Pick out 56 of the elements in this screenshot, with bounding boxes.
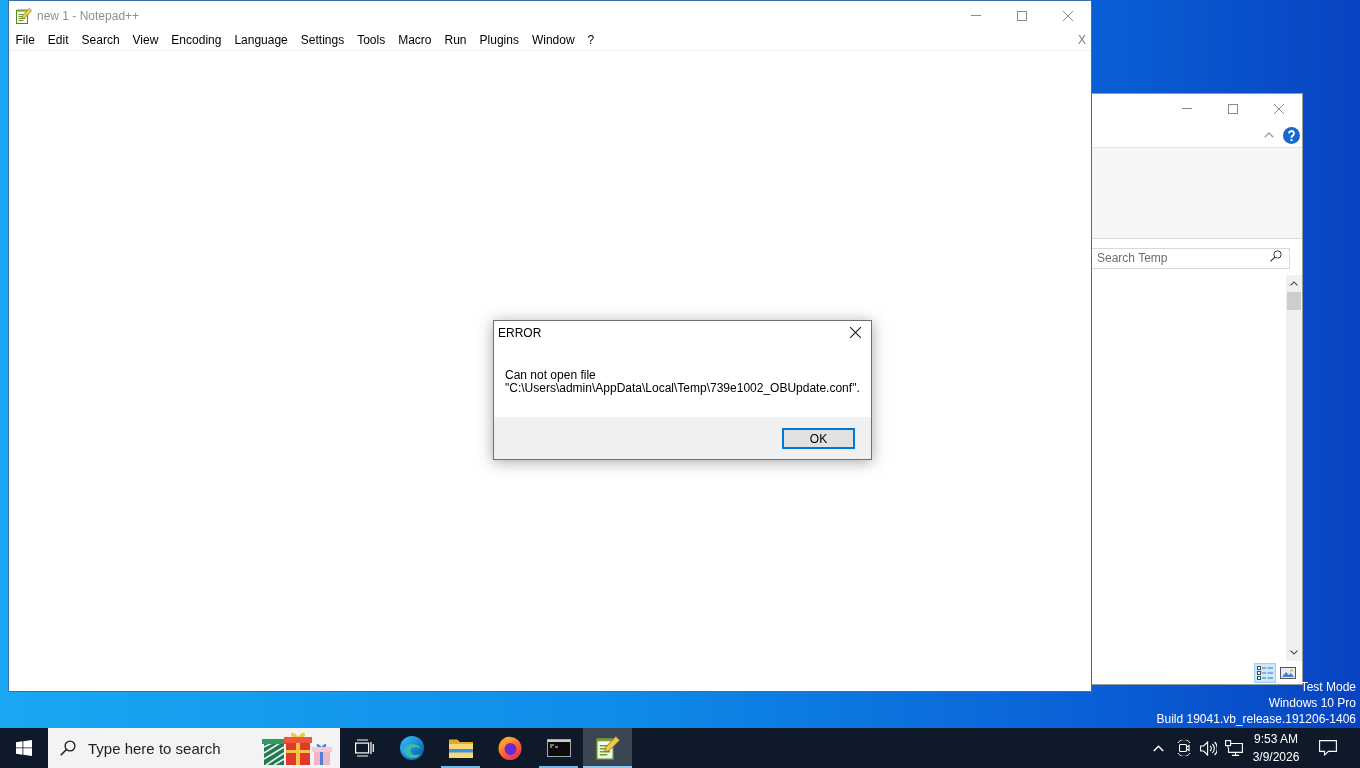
maximize-icon [1228, 103, 1238, 114]
details-view-icon [1257, 665, 1273, 680]
menu-item[interactable]: ? [581, 30, 601, 50]
build-info-text: Test Mode [1300, 679, 1356, 695]
menu-item[interactable]: Window [525, 30, 582, 50]
scroll-down-icon [1290, 650, 1298, 655]
chevron-up-icon [1153, 744, 1164, 752]
wave-logo-icon [399, 736, 424, 760]
details-view-button[interactable] [1254, 662, 1276, 683]
menu-item[interactable]: Macro [391, 30, 438, 50]
menu-item[interactable]: Settings [294, 30, 351, 50]
taskbar-app-button[interactable] [583, 728, 632, 768]
menu-item[interactable]: Edit [41, 30, 76, 50]
menu-item[interactable]: File [9, 30, 42, 50]
monitor-icon [1224, 740, 1243, 756]
dialog-title: ERROR [497, 324, 542, 342]
build-info-text: Build 19041.vb_release.191206-1406 [1156, 711, 1356, 727]
menu-item[interactable]: Plugins [473, 30, 526, 50]
notepad-icon [16, 7, 32, 24]
menu-item[interactable]: View [126, 30, 165, 50]
search-icon [1270, 249, 1282, 262]
close-document-button[interactable]: X [1078, 31, 1086, 49]
minimize-icon [1182, 108, 1192, 109]
search-field[interactable]: Search Temp [1092, 247, 1290, 269]
menu-item[interactable]: Search [75, 30, 127, 50]
close-icon [1063, 10, 1073, 21]
clock-button[interactable]: 9:53 AM 3/9/2026 [1246, 728, 1306, 768]
menu-item[interactable]: Encoding [164, 30, 228, 50]
task-view-icon [353, 739, 374, 757]
menu-item[interactable]: Run [438, 30, 474, 50]
video-camera-icon [1175, 740, 1192, 756]
scroll-up-icon [1290, 281, 1298, 286]
menu-item[interactable]: Tools [350, 30, 392, 50]
error-message: Can not open file "C:\Users\admin\AppData\Local\Temp\739e1002_OBUpdate.conf". [505, 369, 861, 395]
windows-logo-icon [16, 740, 32, 756]
menu-item[interactable]: Language [227, 30, 295, 50]
speaker-icon [1200, 740, 1217, 756]
ok-button[interactable]: OK [782, 427, 855, 449]
build-info-text: Windows 10 Pro [1268, 695, 1356, 711]
terminal-icon [546, 739, 571, 757]
scrollbar-track[interactable] [1286, 275, 1302, 661]
minimize-icon [971, 15, 981, 16]
search-icon [60, 740, 76, 756]
chevron-up-icon [1264, 132, 1274, 138]
flame-globe-icon [497, 736, 522, 760]
maximize-icon [1017, 10, 1027, 21]
window-title: new 1 - Notepad++ [37, 7, 140, 25]
large-icons-view-icon [1279, 666, 1296, 679]
notepad-icon [595, 736, 620, 760]
help-icon[interactable] [1283, 126, 1300, 144]
speech-bubble-icon [1319, 740, 1337, 756]
close-icon [1274, 103, 1284, 114]
folder-icon [448, 738, 473, 758]
scroll-thumb[interactable] [1287, 292, 1301, 310]
close-icon [849, 327, 861, 338]
gift-boxes-drawing [262, 731, 332, 765]
